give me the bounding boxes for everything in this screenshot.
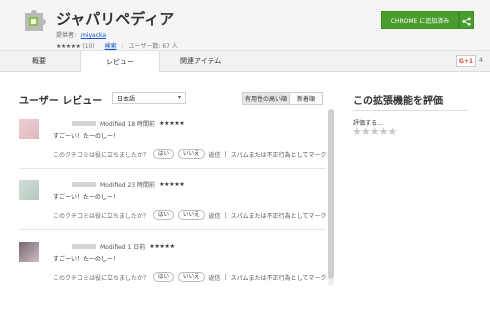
footer-divider: | (224, 211, 227, 219)
helpful-yes-button[interactable]: はい (153, 272, 175, 282)
helpful-yes-button[interactable]: はい (153, 149, 175, 159)
helpful-yes-button[interactable]: はい (153, 210, 175, 220)
sort-helpful-button[interactable]: 有用性の高い順 (242, 92, 290, 105)
rating-stars: ★★★★★ (56, 43, 81, 50)
rate-stars-input[interactable]: ★★★★★ (352, 125, 397, 138)
review-text: すごーい！たーのしー！ (53, 194, 120, 201)
review-scrollbar-thumb[interactable] (328, 109, 334, 279)
avatar (19, 119, 39, 139)
helpful-no-button[interactable]: いいえ (178, 272, 205, 282)
gplus-count: 4 (479, 57, 483, 64)
offered-by-label: 提供者: (56, 32, 77, 39)
review-stars: ★★★★★ (159, 120, 185, 127)
review-item: Modified 23 時間前 ★★★★★ すごーい！たーのしー！ このクチコミ… (19, 180, 326, 222)
reply-link[interactable]: 返信 (209, 150, 221, 159)
report-spam-link[interactable]: スパムまたは不正行為としてマーク (231, 150, 327, 159)
report-spam-link[interactable]: スパムまたは不正行為としてマーク (231, 211, 327, 220)
review-item: Modified 1 日前 ★★★★★ すごーい！たーのしー！ このクチコミは役… (19, 242, 326, 284)
review-text: すごーい！たーのしー！ (53, 256, 120, 263)
footer-divider: | (224, 273, 227, 281)
share-button[interactable] (459, 11, 474, 29)
review-modified: Modified 23 時間前 (100, 182, 156, 189)
puzzle-app-icon (21, 5, 49, 33)
review-text: すごーい！たーのしー！ (53, 133, 120, 140)
review-header: Modified 18 時間前 ★★★★★ (72, 119, 185, 128)
category-link[interactable]: 検索 (105, 43, 117, 50)
review-modified: Modified 1 日前 (100, 244, 146, 251)
review-stars: ★★★★★ (159, 181, 185, 188)
rating-count[interactable]: (10) (82, 43, 94, 50)
tab-overview[interactable]: 概要 (32, 51, 46, 71)
meta-divider: | (121, 43, 124, 50)
review-divider (19, 168, 326, 169)
review-header: Modified 1 日前 ★★★★★ (72, 242, 175, 251)
author-link[interactable]: miyacka (81, 32, 106, 39)
review-footer: このクチコミは役に立ちましたか？ はい いいえ 返信 | スパムまたは不正行為と… (53, 210, 326, 220)
helpful-no-button[interactable]: いいえ (178, 210, 205, 220)
review-modified: Modified 18 時間前 (100, 121, 156, 128)
report-spam-link[interactable]: スパムまたは不正行為としてマーク (231, 273, 327, 282)
added-to-chrome-button[interactable]: CHROME に追加済み (381, 11, 459, 29)
user-count: ユーザー数: 67 人 (128, 43, 178, 50)
review-divider (19, 229, 326, 230)
chevron-down-icon: ▾ (177, 94, 181, 101)
reviewer-name-blurred (72, 244, 96, 249)
review-footer: このクチコミは役に立ちましたか？ はい いいえ 返信 | スパムまたは不正行為と… (53, 149, 326, 159)
helpful-question: このクチコミは役に立ちましたか？ (53, 274, 150, 282)
review-stars: ★★★★★ (149, 243, 175, 250)
tab-bar: 概要 レビュー 関連アイテム (0, 50, 490, 72)
reply-link[interactable]: 返信 (209, 273, 221, 282)
language-select[interactable]: 日本語 ▾ (112, 92, 186, 104)
app-title: ジャパリペディア (56, 10, 175, 28)
offered-by: 提供者: miyacka (56, 30, 106, 39)
helpful-no-button[interactable]: いいえ (178, 149, 205, 159)
reviewer-name-blurred (72, 121, 96, 126)
sort-toggle: 有用性の高い順 新着順 (242, 92, 323, 105)
tab-related[interactable]: 関連アイテム (180, 51, 221, 71)
reviewer-name-blurred (72, 182, 96, 187)
extension-header: ジャパリペディア 提供者: miyacka ★★★★★ (10) 検索 | ユー… (0, 0, 490, 50)
tab-reviews[interactable]: レビュー (80, 51, 160, 72)
review-item: Modified 18 時間前 ★★★★★ すごーい！たーのしー！ このクチコミ… (19, 119, 326, 161)
helpful-question: このクチコミは役に立ちましたか？ (53, 212, 150, 220)
avatar (19, 180, 39, 200)
rate-extension-title: この拡張機能を評価 (353, 96, 443, 107)
reply-link[interactable]: 返信 (209, 211, 221, 220)
gplus-button[interactable]: G+1 (456, 55, 476, 67)
avatar (19, 242, 39, 262)
reviews-title: ユーザー レビュー (19, 96, 103, 107)
language-value: 日本語 (117, 95, 136, 103)
helpful-question: このクチコミは役に立ちましたか？ (53, 151, 150, 159)
rate-divider (353, 110, 468, 111)
review-header: Modified 23 時間前 ★★★★★ (72, 180, 185, 189)
sort-newest-button[interactable]: 新着順 (289, 92, 323, 105)
share-icon (462, 11, 471, 30)
review-footer: このクチコミは役に立ちましたか？ はい いいえ 返信 | スパムまたは不正行為と… (53, 272, 326, 282)
meta-row: ★★★★★ (10) 検索 | ユーザー数: 67 人 (56, 41, 178, 50)
footer-divider: | (224, 150, 227, 158)
